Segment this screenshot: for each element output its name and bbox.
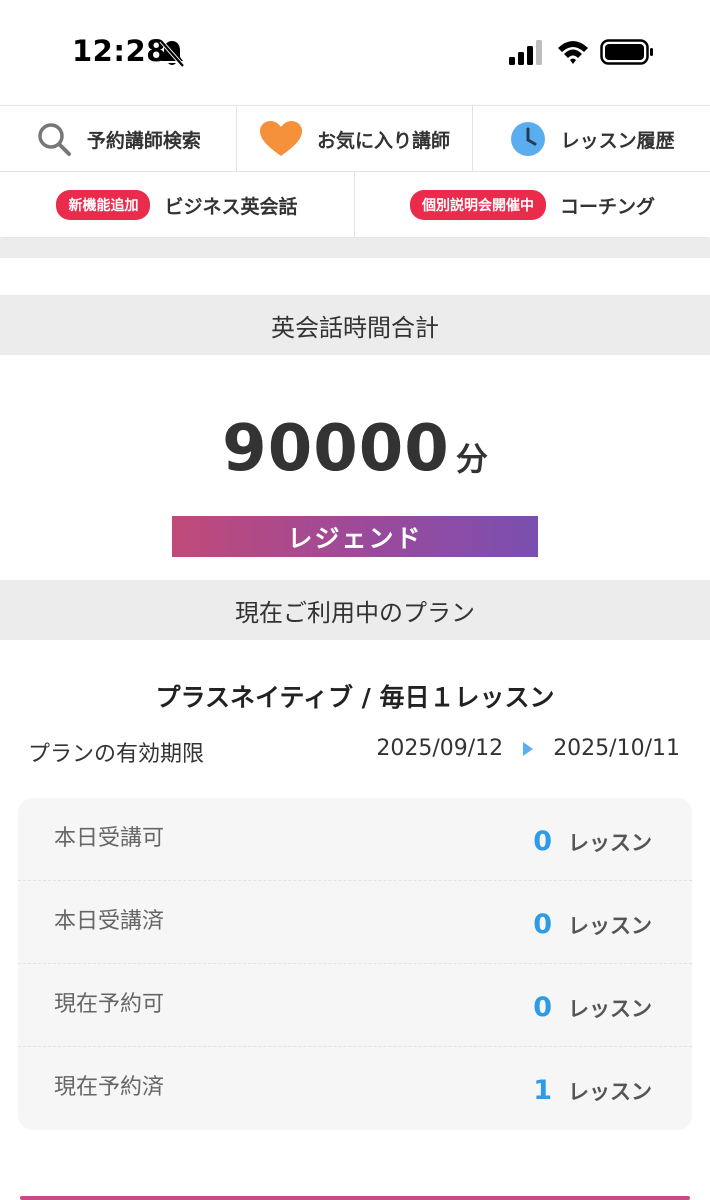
lesson-summary-card: 本日受講可 0 レッスン 本日受講済 0 レッスン 現在予約可 0 レッスン 現… bbox=[18, 798, 692, 1130]
total-minutes-unit: 分 bbox=[455, 440, 488, 478]
bell-slash-icon bbox=[159, 39, 185, 68]
new-feature-badge: 新機能追加 bbox=[56, 190, 151, 220]
rank-badge: レジェンド bbox=[172, 516, 538, 557]
lesson-unit: レッスン bbox=[568, 914, 652, 938]
nav-label-favorite-teachers: お気に入り講師 bbox=[316, 129, 450, 152]
search-icon bbox=[38, 123, 71, 156]
nav-label-lesson-history: レッスン履歴 bbox=[560, 129, 675, 152]
nav-item-teacher-search[interactable]: 予約講師検索 bbox=[0, 106, 237, 172]
lesson-label: 現在予約可 bbox=[54, 992, 165, 1017]
clock-icon bbox=[510, 122, 545, 156]
lesson-count: 1 bbox=[533, 1075, 552, 1106]
lesson-row-today-taken: 本日受講済 0 レッスン bbox=[18, 881, 692, 964]
lesson-label: 本日受講済 bbox=[54, 909, 165, 934]
lesson-row-reservable: 現在予約可 0 レッスン bbox=[18, 964, 692, 1047]
nav-item-lesson-history[interactable]: レッスン履歴 bbox=[473, 106, 710, 172]
bottom-accent-line bbox=[20, 1196, 690, 1200]
plan-validity-label: プランの有効期限 bbox=[28, 742, 205, 767]
cellular-signal-icon bbox=[509, 40, 542, 65]
lesson-value: 0 レッスン bbox=[533, 992, 652, 1023]
lesson-unit: レッスン bbox=[568, 997, 652, 1021]
plan-validity-dates: 2025/09/12 2025/10/11 bbox=[376, 736, 680, 761]
divider-strip bbox=[0, 238, 710, 258]
total-time-header: 英会話時間合計 bbox=[0, 295, 710, 355]
wifi-icon bbox=[558, 41, 588, 64]
arrow-right-icon bbox=[523, 741, 534, 756]
total-minutes-number: 90000 bbox=[222, 412, 450, 486]
session-badge: 個別説明会開催中 bbox=[409, 190, 546, 220]
lesson-unit: レッスン bbox=[568, 1080, 652, 1104]
lesson-count: 0 bbox=[533, 992, 552, 1023]
status-bar: 12:28 bbox=[0, 0, 710, 100]
nav-row-primary: 予約講師検索 お気に入り講師 レッスン履歴 bbox=[0, 106, 710, 172]
plan-name: プラスネイティブ / 毎日１レッスン bbox=[155, 683, 555, 712]
lesson-count: 0 bbox=[533, 909, 552, 940]
heart-icon bbox=[259, 121, 302, 156]
nav-item-coaching[interactable]: 個別説明会開催中 コーチング bbox=[355, 172, 710, 238]
plan-start-date: 2025/09/12 bbox=[376, 736, 504, 761]
nav-label-coaching: コーチング bbox=[559, 195, 655, 218]
total-time-value: 90000 分 bbox=[0, 412, 710, 486]
lesson-value: 1 レッスン bbox=[533, 1075, 652, 1106]
lesson-row-reserved: 現在予約済 1 レッスン bbox=[18, 1047, 692, 1130]
plan-end-date: 2025/10/11 bbox=[553, 736, 680, 761]
nav-label-business-english: ビジネス英会話 bbox=[164, 195, 298, 218]
battery-icon bbox=[600, 39, 653, 65]
lesson-unit: レッスン bbox=[568, 831, 652, 855]
lesson-label: 本日受講可 bbox=[54, 826, 165, 851]
lesson-row-today-available: 本日受講可 0 レッスン bbox=[18, 798, 692, 881]
status-time: 12:28 bbox=[72, 34, 167, 68]
lesson-label: 現在予約済 bbox=[54, 1075, 165, 1100]
nav-label-teacher-search: 予約講師検索 bbox=[86, 129, 201, 152]
nav-item-business-english[interactable]: 新機能追加 ビジネス英会話 bbox=[0, 172, 355, 238]
lesson-count: 0 bbox=[533, 826, 552, 857]
top-navigation: 予約講師検索 お気に入り講師 レッスン履歴 新機能追加 ビジネス英会話 個別説明… bbox=[0, 105, 710, 238]
nav-row-secondary: 新機能追加 ビジネス英会話 個別説明会開催中 コーチング bbox=[0, 172, 710, 238]
nav-item-favorite-teachers[interactable]: お気に入り講師 bbox=[237, 106, 474, 172]
lesson-value: 0 レッスン bbox=[533, 826, 652, 857]
lesson-value: 0 レッスン bbox=[533, 909, 652, 940]
current-plan-header: 現在ご利用中のプラン bbox=[0, 580, 710, 640]
